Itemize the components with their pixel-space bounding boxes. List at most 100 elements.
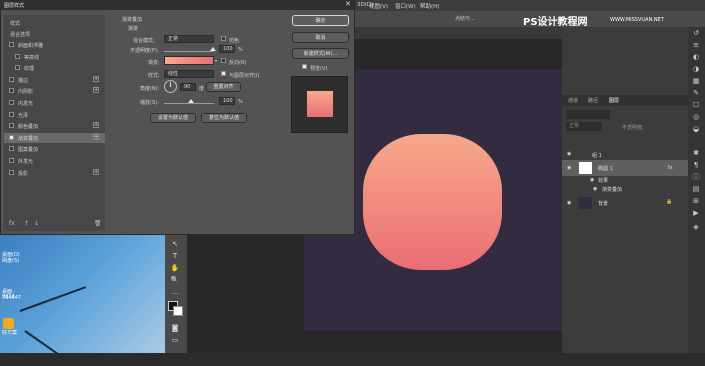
style-checkbox[interactable] — [9, 88, 14, 94]
type-tool-icon[interactable]: T — [170, 251, 180, 261]
dialog-titlebar[interactable]: 图层样式 ✕ — [0, 0, 355, 10]
desktop-icon-label[interactable]: 网盘(S) — [2, 259, 22, 269]
style-item[interactable]: 外发光 — [4, 156, 105, 166]
menu-help[interactable]: 帮助(H) — [420, 2, 439, 10]
blend-mode-select[interactable]: 正常 — [164, 35, 214, 43]
text-icon[interactable]: ¶ — [692, 161, 700, 169]
fx-icon[interactable]: fx — [9, 220, 15, 227]
rounded-shape-layer[interactable] — [363, 134, 502, 270]
navigator-icon[interactable]: ⊞ — [692, 197, 700, 205]
style-checkbox[interactable] — [15, 65, 20, 71]
background-color-swatch[interactable] — [173, 306, 183, 316]
move-tool-icon[interactable]: ↖ — [170, 239, 180, 249]
style-item[interactable]: 描边 + — [4, 75, 105, 85]
quick-mask-icon[interactable]: ◙ — [170, 323, 180, 333]
visibility-eye-icon[interactable]: ◉ — [567, 165, 571, 171]
blend-options-item[interactable]: 混合选项 — [4, 29, 105, 39]
style-item[interactable]: 图案叠加 — [4, 144, 105, 154]
opacity-slider-knob[interactable] — [210, 47, 216, 51]
add-style-icon[interactable]: + — [93, 122, 99, 129]
opacity-slider[interactable] — [164, 51, 214, 52]
close-icon[interactable]: ✕ — [345, 1, 351, 8]
style-checkbox[interactable] — [15, 53, 20, 59]
visibility-eye-icon[interactable]: ◉ — [593, 186, 597, 192]
desktop-icon-label[interactable]: 好方案 — [2, 331, 22, 341]
move-up-icon[interactable]: ↑ — [24, 220, 29, 227]
gradient-dropdown-icon[interactable]: ▾ — [215, 58, 217, 63]
opacity-input[interactable]: 100 — [219, 45, 235, 53]
style-checkbox[interactable] — [9, 134, 14, 140]
reset-align-button[interactable]: 重置对齐 — [206, 82, 241, 92]
scale-input[interactable]: 100 — [219, 97, 235, 105]
cancel-button[interactable]: 取消 — [292, 32, 349, 43]
style-item[interactable]: 投影 + — [4, 168, 105, 178]
style-item[interactable]: 内发光 — [4, 98, 105, 108]
reset-default-button[interactable]: 复位为默认值 — [201, 113, 247, 123]
gradient-picker[interactable] — [164, 56, 214, 65]
angle-dial[interactable] — [164, 80, 177, 93]
new-style-button[interactable]: 新建样式(W)... — [292, 48, 349, 59]
gradients-icon[interactable]: ◒ — [692, 125, 700, 133]
style-checkbox[interactable] — [9, 76, 14, 82]
style-checkbox[interactable] — [9, 111, 14, 117]
scale-slider-knob[interactable] — [188, 99, 194, 103]
add-style-icon[interactable]: + — [93, 168, 99, 175]
info-icon[interactable]: ⓘ — [692, 173, 700, 181]
visibility-eye-icon[interactable]: ◉ — [567, 151, 571, 157]
preview-checkbox[interactable] — [302, 64, 307, 69]
style-item[interactable]: 渐变叠加 + — [4, 132, 105, 143]
add-style-icon[interactable]: + — [93, 133, 99, 140]
visibility-eye-icon[interactable]: ◉ — [590, 177, 594, 183]
tab-channels[interactable]: 通道 — [568, 97, 578, 104]
reverse-checkbox[interactable] — [221, 58, 226, 63]
style-select[interactable]: 线性 — [164, 70, 214, 78]
style-checkbox[interactable] — [9, 42, 14, 47]
styles-icon[interactable]: ◎ — [692, 113, 700, 121]
style-item[interactable]: 颜色叠加 + — [4, 121, 105, 131]
actions-icon[interactable]: ▶ — [692, 209, 700, 217]
properties-icon[interactable]: ≡ — [692, 41, 700, 49]
visibility-eye-icon[interactable]: ◉ — [567, 200, 571, 206]
document-tabbar[interactable] — [355, 27, 567, 39]
app-icon[interactable] — [3, 318, 14, 329]
layers-icon[interactable]: ◈ — [692, 223, 700, 231]
adjustments-icon[interactable]: ◐ — [692, 53, 700, 61]
layer-row-selected[interactable]: ◉ 椭圆 1 fx — [562, 160, 688, 176]
ok-button[interactable]: 确定 — [292, 15, 349, 26]
align-with-layer-checkbox[interactable] — [221, 71, 226, 76]
move-down-icon[interactable]: ↓ — [34, 220, 39, 227]
libraries-icon[interactable]: ☐ — [692, 101, 700, 109]
menu-window[interactable]: 窗口(W) — [395, 2, 416, 10]
trash-icon[interactable]: 🗑 — [94, 220, 102, 227]
more-tools-icon[interactable]: … — [170, 287, 180, 297]
style-item[interactable]: 等高线 — [4, 52, 105, 62]
scale-slider[interactable] — [164, 103, 214, 104]
style-checkbox[interactable] — [9, 123, 14, 129]
desktop-icon-label[interactable]: 764647 — [2, 296, 22, 306]
style-item[interactable]: 纹理 — [4, 63, 105, 73]
effects-row[interactable]: ◉ 效果 — [562, 176, 688, 185]
style-checkbox[interactable] — [9, 158, 14, 163]
menu-view[interactable]: 视图(V) — [369, 2, 388, 10]
layer-row-background[interactable]: ◉ 背景 🔒 — [562, 196, 688, 210]
add-style-icon[interactable]: + — [93, 75, 99, 82]
dither-checkbox[interactable] — [221, 36, 226, 41]
screen-mode-icon[interactable]: ▭ — [170, 335, 180, 345]
zoom-tool-icon[interactable]: 🔍 — [170, 275, 180, 285]
shapes-icon[interactable]: ✱ — [692, 149, 700, 157]
styles-header[interactable]: 样式 — [4, 18, 105, 28]
layer-filter-select[interactable] — [566, 110, 610, 119]
tab-layers[interactable]: 图层 — [609, 97, 619, 104]
effect-row[interactable]: ◉ 渐变叠加 — [562, 185, 688, 194]
history-icon[interactable]: ↺ — [692, 29, 700, 37]
add-style-icon[interactable]: + — [93, 87, 99, 94]
style-checkbox[interactable] — [9, 169, 14, 175]
style-item[interactable]: 内阴影 + — [4, 86, 105, 96]
brush-icon[interactable]: ✎ — [692, 89, 700, 97]
tab-paths[interactable]: 路径 — [588, 97, 598, 104]
set-default-button[interactable]: 设置为默认值 — [150, 113, 196, 123]
style-checkbox[interactable] — [9, 100, 14, 105]
style-item[interactable]: 斜面和浮雕 — [4, 40, 105, 50]
style-checkbox[interactable] — [9, 146, 14, 152]
hand-tool-icon[interactable]: ✋ — [170, 263, 180, 273]
